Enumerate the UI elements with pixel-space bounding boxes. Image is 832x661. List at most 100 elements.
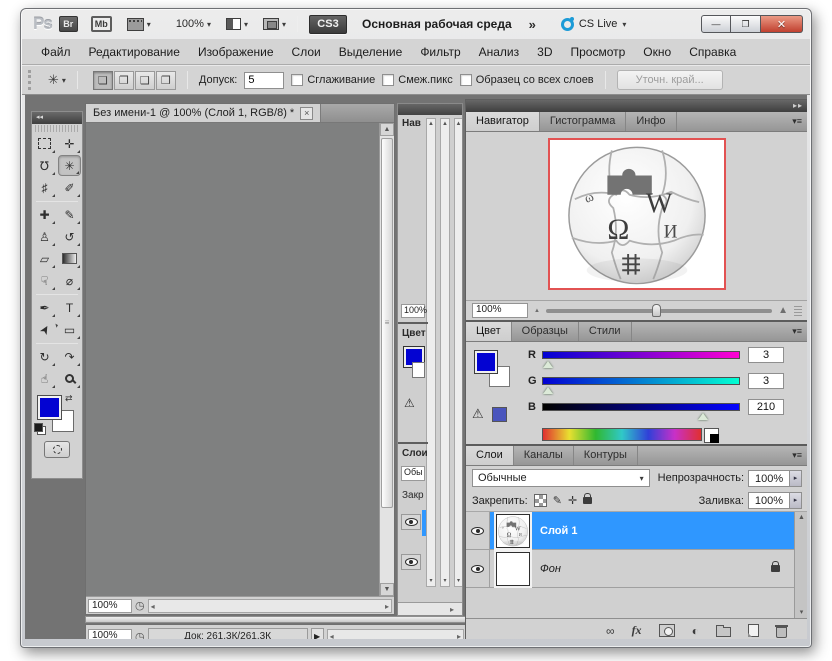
menu-filter[interactable]: Фильтр bbox=[411, 41, 469, 63]
collapsed-strip[interactable]: ▲▾ bbox=[440, 118, 450, 587]
hidden-layers-tab[interactable]: Слои bbox=[402, 448, 428, 459]
menu-3d[interactable]: 3D bbox=[528, 41, 561, 63]
layer-thumbnail[interactable] bbox=[496, 552, 530, 586]
layer-name[interactable]: Слой 1 bbox=[540, 525, 577, 537]
tab-swatches[interactable]: Образцы bbox=[512, 322, 579, 341]
canvas[interactable]: ▲ ≡ ▼ bbox=[86, 123, 394, 596]
add-layer-mask-icon[interactable] bbox=[659, 624, 675, 637]
tools-collapse-bar[interactable]: ◂◂ bbox=[32, 112, 82, 124]
tool-eyedropper[interactable]: ✐ bbox=[58, 177, 81, 198]
channel-g-slider[interactable] bbox=[542, 377, 740, 385]
anti-alias-checkbox[interactable] bbox=[291, 74, 303, 86]
menu-layers[interactable]: Слои bbox=[283, 41, 330, 63]
tool-healing-brush[interactable]: ✚ bbox=[33, 204, 56, 225]
hidden-blend-mode[interactable]: Обы bbox=[401, 466, 425, 481]
tools-grip[interactable] bbox=[35, 125, 79, 132]
menu-edit[interactable]: Редактирование bbox=[80, 41, 189, 63]
zoom-out-icon[interactable]: ▲ bbox=[534, 308, 540, 314]
channel-b-value[interactable]: 210 bbox=[748, 399, 784, 415]
tool-clone-stamp[interactable]: ♙ bbox=[33, 226, 56, 247]
slider-thumb[interactable] bbox=[652, 304, 661, 317]
new-group-icon[interactable] bbox=[716, 627, 731, 637]
subtract-from-selection-button[interactable]: ❑ bbox=[135, 71, 155, 90]
visibility-eye-icon[interactable] bbox=[401, 514, 421, 530]
navigator-zoom-field[interactable]: 100% bbox=[472, 303, 528, 318]
scroll-up-icon[interactable]: ▲ bbox=[795, 514, 807, 521]
menu-image[interactable]: Изображение bbox=[189, 41, 283, 63]
panel-menu-icon[interactable]: ▾≡ bbox=[786, 446, 807, 465]
cs3-badge[interactable]: CS3 bbox=[309, 15, 347, 34]
layer-thumbnail[interactable] bbox=[496, 514, 530, 548]
options-grip[interactable] bbox=[28, 70, 33, 90]
menu-file[interactable]: Файл bbox=[32, 41, 80, 63]
web-safe-color-swatch[interactable] bbox=[492, 407, 507, 422]
vertical-scrollbar[interactable]: ▲ ≡ ▼ bbox=[379, 123, 394, 596]
tool-history-brush[interactable]: ↺ bbox=[58, 226, 81, 247]
tool-hand[interactable]: ☝ bbox=[33, 368, 56, 389]
status-options-icon[interactable]: ▶ bbox=[311, 628, 324, 639]
scroll-down-icon[interactable]: ▼ bbox=[380, 583, 394, 596]
refine-edge-button[interactable]: Уточн. край... bbox=[617, 70, 723, 90]
black-white-shortcut[interactable] bbox=[704, 428, 719, 443]
gamut-warning-icon[interactable]: ⚠ bbox=[472, 406, 484, 422]
tab-color[interactable]: Цвет bbox=[466, 322, 512, 341]
slider-thumb[interactable] bbox=[543, 387, 553, 394]
quick-mask-button[interactable] bbox=[44, 441, 70, 458]
tolerance-input[interactable] bbox=[244, 72, 284, 89]
scroll-right-icon[interactable]: ▸ bbox=[385, 602, 389, 611]
document-size-status[interactable]: Док: 261,3К/261,3К bbox=[148, 628, 308, 639]
navigator-view-box[interactable] bbox=[548, 138, 726, 290]
collapsed-strip[interactable]: ▲▾ bbox=[454, 118, 463, 587]
visibility-eye-icon[interactable] bbox=[466, 512, 490, 550]
bridge-button[interactable]: Br bbox=[59, 16, 78, 32]
zoom-percent-field[interactable]: 100% bbox=[88, 599, 132, 613]
lock-pixels-icon[interactable]: ✎ bbox=[553, 494, 562, 507]
layer-row-1[interactable]: Слой 1 bbox=[466, 512, 794, 550]
hidden-background-swatch[interactable] bbox=[412, 362, 425, 378]
tool-move[interactable]: ✛ bbox=[58, 133, 81, 154]
scroll-down-icon[interactable]: ▾ bbox=[795, 608, 807, 616]
workspace-switcher[interactable]: Основная рабочая среда bbox=[362, 17, 512, 31]
tool-dodge[interactable]: ⌀ bbox=[58, 270, 81, 291]
contiguous-option[interactable]: Смеж.пикс bbox=[382, 74, 452, 86]
tool-3d-orbit[interactable]: ↷ bbox=[58, 346, 81, 367]
hidden-color-tab[interactable]: Цвет bbox=[402, 328, 426, 339]
contiguous-checkbox[interactable] bbox=[382, 74, 394, 86]
tab-styles[interactable]: Стили bbox=[579, 322, 632, 341]
tool-magic-wand[interactable]: ✳ bbox=[58, 155, 81, 176]
view-extras-button[interactable]: ▾ bbox=[127, 18, 151, 31]
fill-spinner-icon[interactable]: ▸ bbox=[790, 492, 802, 509]
horizontal-scrollbar[interactable]: ◂ ▸ bbox=[148, 599, 392, 613]
tool-gradient[interactable] bbox=[58, 248, 81, 269]
new-selection-button[interactable]: ❏ bbox=[93, 71, 113, 90]
menu-help[interactable]: Справка bbox=[680, 41, 745, 63]
scroll-up-icon[interactable]: ▲ bbox=[380, 123, 394, 136]
lock-position-icon[interactable]: ✛ bbox=[568, 494, 577, 507]
visibility-eye-icon[interactable] bbox=[401, 554, 421, 570]
scrollbar-thumb[interactable]: ≡ bbox=[381, 138, 393, 508]
layer-name[interactable]: Фон bbox=[540, 563, 561, 575]
channel-r-value[interactable]: 3 bbox=[748, 347, 784, 363]
layer-row-2[interactable]: Фон bbox=[466, 550, 794, 588]
fill-value[interactable]: 100% bbox=[748, 492, 790, 509]
minimize-button[interactable]: — bbox=[701, 15, 731, 33]
channel-r-slider[interactable] bbox=[542, 351, 740, 359]
panel-menu-icon[interactable]: ▾≡ bbox=[786, 112, 807, 131]
link-layers-icon[interactable]: ∞ bbox=[606, 624, 615, 638]
hidden-navigator-tab[interactable]: Нав bbox=[402, 118, 421, 129]
tool-3d-rotate[interactable]: ↻ bbox=[33, 346, 56, 367]
zoom-level-dropdown[interactable]: 100% ▾ bbox=[166, 18, 211, 30]
tab-paths[interactable]: Контуры bbox=[574, 446, 638, 465]
tool-eraser[interactable]: ▱ bbox=[33, 248, 56, 269]
visibility-eye-icon[interactable] bbox=[466, 550, 490, 588]
hidden-zoom-field[interactable]: 100% bbox=[401, 304, 425, 318]
tool-zoom[interactable] bbox=[58, 368, 81, 389]
arrange-documents-button[interactable]: ▾ bbox=[226, 18, 248, 30]
blend-mode-dropdown[interactable]: Обычные ▾ bbox=[472, 469, 650, 487]
tab-info[interactable]: Инфо bbox=[626, 112, 676, 131]
tool-crop[interactable]: ♯ bbox=[33, 177, 56, 198]
anti-alias-option[interactable]: Сглаживание bbox=[291, 74, 375, 86]
add-to-selection-button[interactable]: ❐ bbox=[114, 71, 134, 90]
workspace-overflow-chevrons[interactable]: » bbox=[529, 17, 536, 32]
menu-analysis[interactable]: Анализ bbox=[470, 41, 529, 63]
